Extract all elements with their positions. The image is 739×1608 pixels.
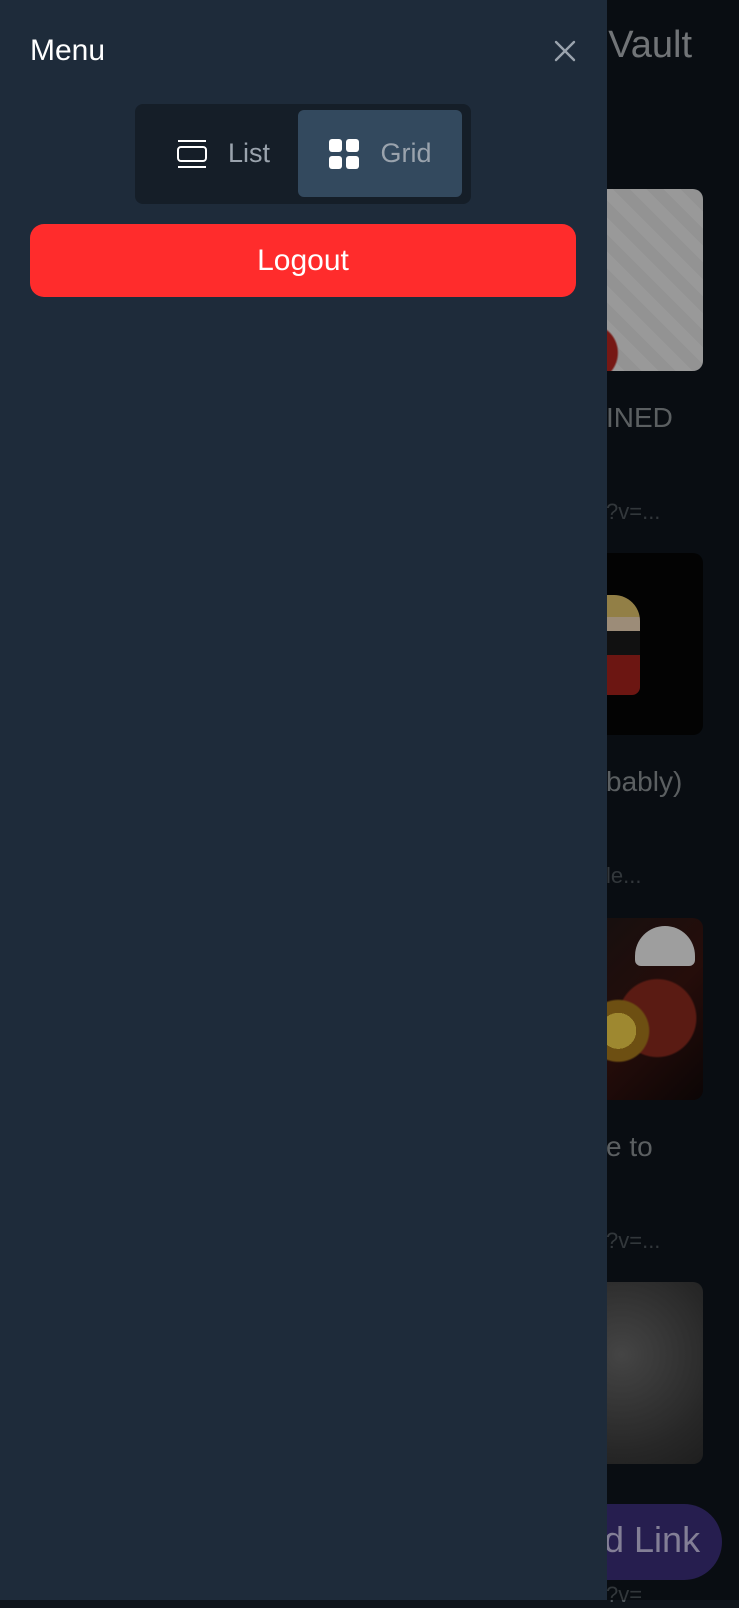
list-view-option[interactable]: List [141, 110, 305, 197]
list-view-label: List [227, 138, 271, 168]
grid-icon [329, 138, 360, 169]
menu-title: Menu [30, 34, 106, 67]
grid-view-option[interactable]: Grid [298, 110, 462, 197]
view-mode-toggle: List Grid [135, 104, 471, 204]
list-icon [176, 139, 207, 168]
grid-view-label: Grid [380, 138, 432, 168]
close-menu-button[interactable] [548, 34, 582, 68]
close-icon [554, 40, 576, 62]
side-menu-drawer: Menu List Grid Logout [0, 0, 607, 1600]
logout-button[interactable]: Logout [30, 224, 576, 297]
